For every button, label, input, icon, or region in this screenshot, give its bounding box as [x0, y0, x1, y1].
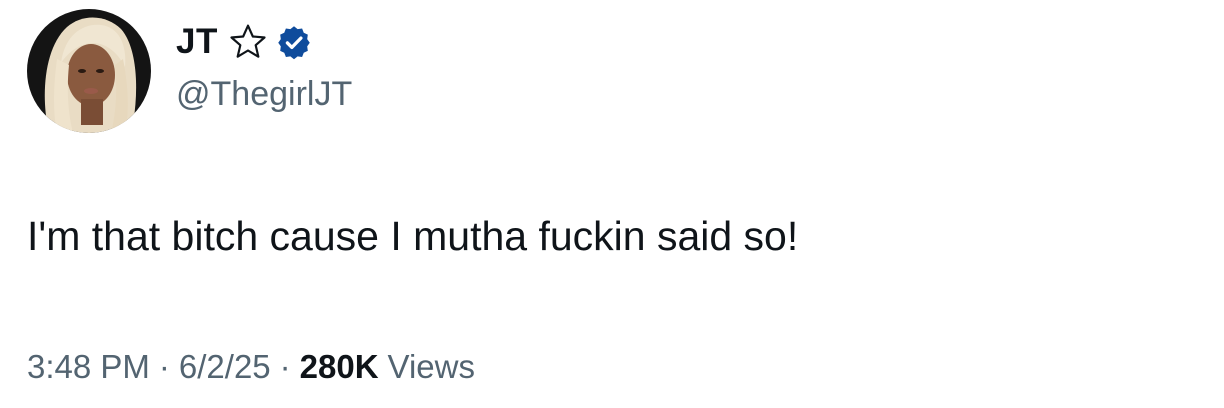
verified-badge-icon[interactable]	[276, 24, 312, 60]
author-handle[interactable]: @ThegirlJT	[176, 72, 352, 116]
tweet-card: JT @ThegirlJT I'm that bitch cause I mut…	[0, 0, 1224, 408]
tweet-meta: 3:48 PM · 6/2/25 · 280K Views	[27, 345, 475, 389]
author-display-name[interactable]: JT	[176, 20, 218, 64]
tweet-time[interactable]: 3:48 PM	[27, 345, 150, 389]
views-count: 280K	[299, 348, 379, 385]
star-outline-icon	[228, 22, 268, 62]
meta-separator: ·	[279, 348, 291, 385]
tweet-date[interactable]: 6/2/25	[179, 345, 271, 389]
meta-separator: ·	[158, 348, 170, 385]
author-name-row: JT	[176, 20, 312, 64]
tweet-text: I'm that bitch cause I mutha fuckin said…	[27, 213, 799, 259]
author-avatar[interactable]	[27, 9, 151, 133]
avatar-image	[27, 9, 151, 133]
views-label: Views	[387, 348, 475, 385]
